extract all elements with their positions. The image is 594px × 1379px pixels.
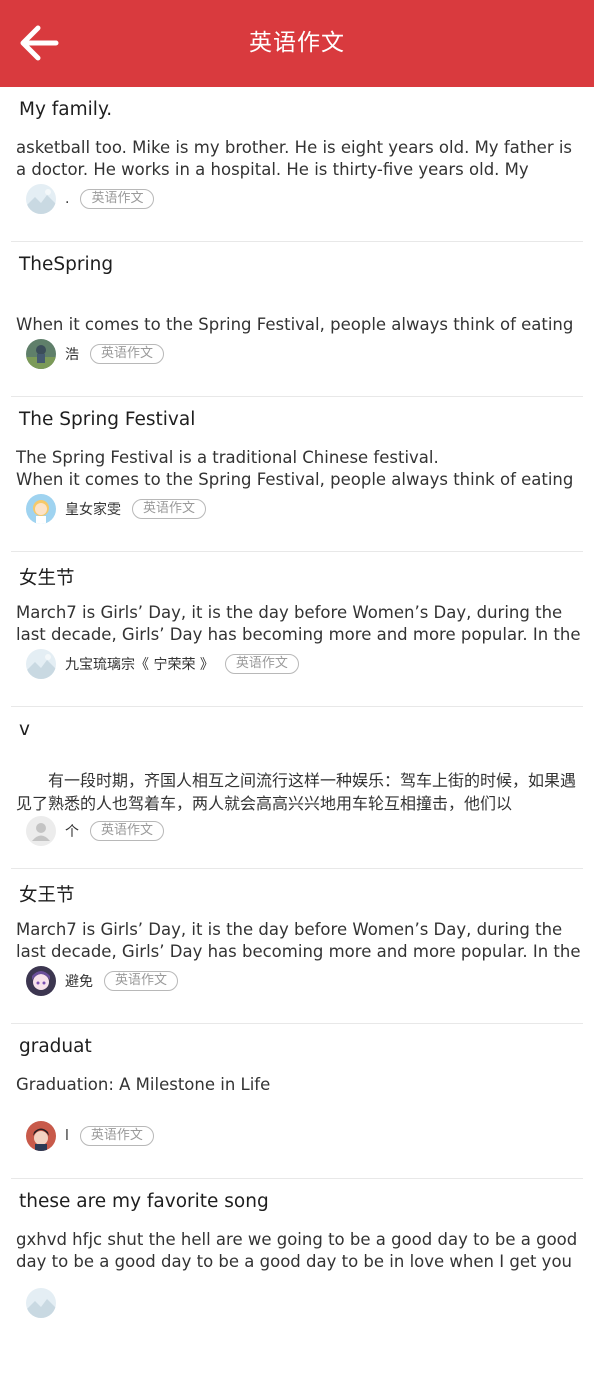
author-name[interactable]: . — [65, 191, 69, 207]
author-name[interactable]: 九宝琉璃宗《 宁荣荣 》 — [65, 654, 214, 674]
article-excerpt: When it comes to the Spring Festival, pe… — [16, 315, 574, 334]
girl-cartoon-avatar[interactable] — [26, 494, 56, 524]
article-title: these are my favorite song — [19, 1191, 269, 1212]
article-meta: 皇女家雯 英语作文 — [26, 493, 207, 525]
article-meta — [26, 1287, 56, 1319]
anime-girl-avatar[interactable] — [26, 966, 56, 996]
article-meta: 个 英语作文 — [26, 815, 165, 847]
author-name[interactable]: 浩 — [65, 344, 79, 364]
article-excerpt: 有一段时期，齐国人相互之间流行这样一种娱乐：驾车上街的时候，如果遇见了熟悉的人也… — [16, 771, 577, 813]
article-item[interactable]: v 有一段时期，齐国人相互之间流行这样一种娱乐：驾车上街的时候，如果遇见了熟悉的… — [11, 707, 583, 869]
article-meta: 九宝琉璃宗《 宁荣荣 》 英语作文 — [26, 648, 299, 680]
article-meta: 避免 英语作文 — [26, 965, 179, 997]
article-title: v — [19, 719, 30, 740]
article-title: The Spring Festival — [19, 409, 196, 430]
article-item[interactable]: 女生节 March7 is Girls’ Day, it is the day … — [11, 552, 583, 707]
landscape-avatar[interactable] — [26, 1288, 56, 1318]
article-meta: . 英语作文 — [26, 183, 155, 215]
article-item[interactable]: TheSpring When it comes to the Spring Fe… — [11, 242, 583, 397]
category-tag[interactable]: 英语作文 — [224, 654, 299, 674]
article-excerpt: asketball too. Mike is my brother. He is… — [16, 138, 573, 179]
author-name[interactable]: l — [65, 1128, 69, 1144]
category-tag[interactable]: 英语作文 — [132, 499, 207, 519]
article-title: graduat — [19, 1036, 92, 1057]
article-item[interactable]: graduat Graduation: A Milestone in Life … — [11, 1024, 583, 1179]
article-item[interactable]: these are my favorite song gxhvd hfjc sh… — [11, 1179, 583, 1379]
article-title: My family. — [19, 99, 113, 120]
author-name[interactable]: 个 — [65, 821, 79, 841]
landscape-avatar[interactable] — [26, 649, 56, 679]
article-item[interactable]: 女王节 March7 is Girls’ Day, it is the day … — [11, 869, 583, 1024]
article-meta: 浩 英语作文 — [26, 338, 165, 370]
default-user-avatar[interactable] — [26, 816, 56, 846]
photo-avatar[interactable] — [26, 339, 56, 369]
category-tag[interactable]: 英语作文 — [104, 971, 179, 991]
article-item[interactable]: My family. asketball too. Mike is my bro… — [11, 87, 583, 242]
article-item[interactable]: The Spring Festival The Spring Festival … — [11, 397, 583, 552]
article-title: 女生节 — [19, 568, 75, 589]
article-excerpt: March7 is Girls’ Day, it is the day befo… — [16, 920, 581, 961]
page-title: 英语作文 — [249, 30, 345, 56]
author-name[interactable]: 皇女家雯 — [65, 499, 121, 519]
article-excerpt: gxhvd hfjc shut the hell are we going to… — [16, 1230, 578, 1271]
category-tag[interactable]: 英语作文 — [90, 821, 165, 841]
anime-boy-avatar[interactable] — [26, 1121, 56, 1151]
article-excerpt: The Spring Festival is a traditional Chi… — [16, 448, 574, 489]
article-excerpt: March7 is Girls’ Day, it is the day befo… — [16, 603, 581, 644]
category-tag[interactable]: 英语作文 — [90, 344, 165, 364]
article-title: 女王节 — [19, 885, 75, 906]
category-tag[interactable]: 英语作文 — [80, 189, 155, 209]
article-list: My family. asketball too. Mike is my bro… — [0, 87, 594, 1379]
article-excerpt: Graduation: A Milestone in Life — [16, 1075, 271, 1094]
article-meta: l 英语作文 — [26, 1120, 154, 1152]
landscape-avatar[interactable] — [26, 184, 56, 214]
article-title: TheSpring — [19, 254, 114, 275]
author-name[interactable]: 避免 — [65, 971, 93, 991]
category-tag[interactable]: 英语作文 — [79, 1126, 154, 1146]
app-header: 英语作文 — [0, 0, 594, 87]
